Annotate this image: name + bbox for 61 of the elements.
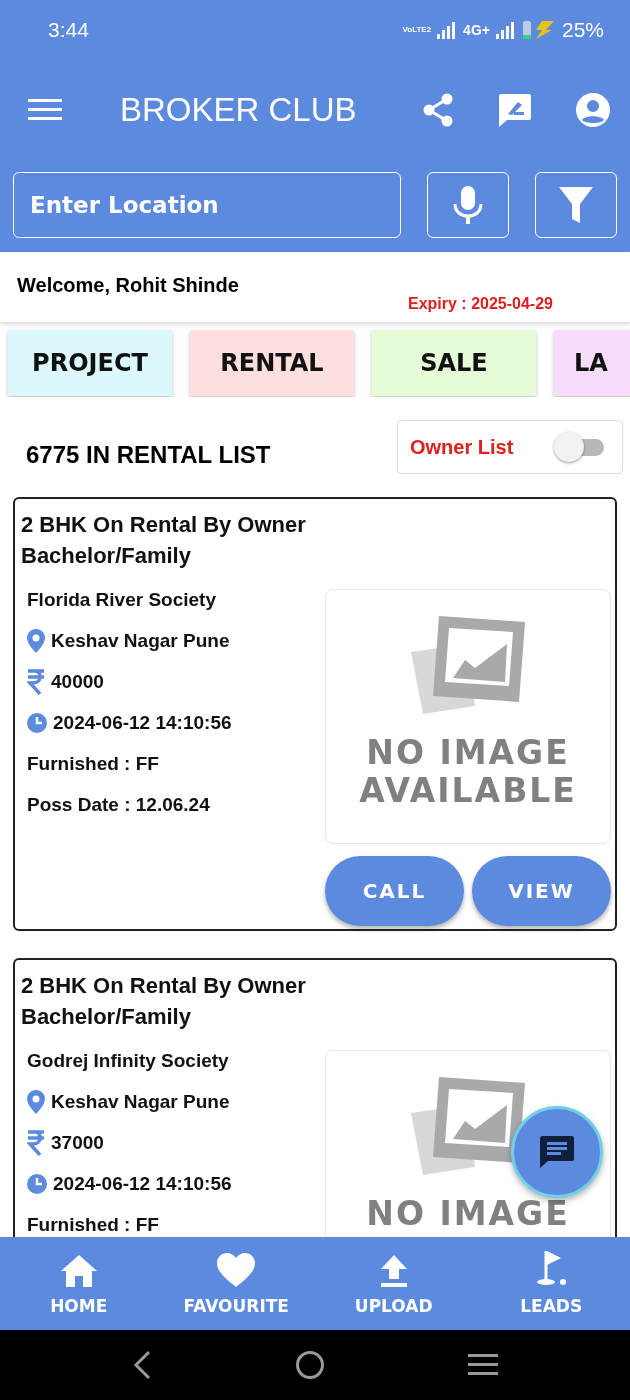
share-icon[interactable] bbox=[422, 93, 454, 127]
app-title: BROKER CLUB bbox=[120, 91, 358, 129]
category-tab[interactable]: RENTAL bbox=[190, 330, 354, 396]
rupee-icon bbox=[27, 1129, 45, 1156]
category-tab[interactable]: SALE bbox=[372, 330, 536, 396]
microphone-icon bbox=[452, 185, 484, 225]
listing-title: 2 BHK On Rental By Owner bbox=[21, 511, 307, 539]
listing-subtitle: Bachelor/Family bbox=[21, 1003, 192, 1031]
date-text: 2024-06-12 14:10:56 bbox=[53, 711, 232, 734]
furnished-text: Furnished : FF bbox=[27, 1213, 159, 1236]
recent-apps-button[interactable] bbox=[468, 1352, 499, 1378]
filter-button[interactable] bbox=[535, 172, 617, 238]
listing-subtitle: Bachelor/Family bbox=[21, 542, 192, 570]
listing-title: 2 BHK On Rental By Owner bbox=[21, 972, 307, 1000]
feedback-icon[interactable] bbox=[498, 93, 532, 127]
upload-icon bbox=[378, 1254, 409, 1288]
possession-date-text: Poss Date : 12.06.24 bbox=[27, 793, 210, 816]
category-tab[interactable]: PROJECT bbox=[8, 330, 172, 396]
price-text: 40000 bbox=[51, 670, 104, 693]
filter-icon bbox=[558, 186, 594, 224]
society-name: Florida River Society bbox=[27, 588, 216, 611]
volte-label: VoLTE2 bbox=[402, 25, 432, 35]
listing-count: 6775 IN RENTAL LIST bbox=[26, 441, 272, 469]
location-text: Keshav Nagar Pune bbox=[51, 1090, 230, 1113]
owner-list-toggle[interactable] bbox=[554, 432, 606, 462]
home-button[interactable] bbox=[295, 1350, 325, 1380]
date-text: 2024-06-12 14:10:56 bbox=[53, 1172, 232, 1195]
no-image-text: NO IMAGE bbox=[366, 734, 570, 772]
location-pin-icon bbox=[27, 628, 45, 653]
price-text: 37000 bbox=[51, 1131, 104, 1154]
menu-icon[interactable] bbox=[28, 98, 62, 122]
location-text: Keshav Nagar Pune bbox=[51, 629, 230, 652]
no-image-text: NO IMAGE bbox=[366, 1195, 570, 1233]
clock-icon bbox=[27, 1173, 47, 1194]
home-icon bbox=[59, 1254, 98, 1288]
chat-icon bbox=[539, 1135, 575, 1169]
society-name: Godrej Infinity Society bbox=[27, 1049, 229, 1072]
location-search-field[interactable]: Enter Location bbox=[13, 172, 401, 238]
back-button[interactable] bbox=[131, 1350, 152, 1380]
expiry-text: Expiry : 2025-04-29 bbox=[408, 295, 553, 313]
signal-icon bbox=[495, 21, 516, 39]
clock-icon bbox=[27, 712, 47, 733]
battery-charging-icon bbox=[521, 20, 556, 40]
account-icon[interactable] bbox=[576, 93, 610, 127]
furnished-text: Furnished : FF bbox=[27, 752, 159, 775]
photo-stack-icon bbox=[409, 1075, 527, 1175]
battery-percent: 25% bbox=[561, 18, 604, 42]
signal-icon bbox=[437, 21, 458, 39]
owner-list-label: Owner List bbox=[410, 435, 514, 459]
category-tab[interactable]: LA bbox=[554, 330, 630, 396]
welcome-text: Welcome, Rohit Shinde bbox=[17, 274, 239, 297]
photo-stack-icon bbox=[409, 614, 527, 714]
location-pin-icon bbox=[27, 1089, 45, 1114]
golf-flag-icon bbox=[535, 1250, 568, 1288]
network-label: 4G+ bbox=[463, 22, 490, 38]
voice-search-button[interactable] bbox=[427, 172, 509, 238]
chat-button[interactable] bbox=[511, 1106, 603, 1198]
no-image-text: AVAILABLE bbox=[359, 772, 577, 810]
rupee-icon bbox=[27, 668, 45, 695]
status-time: 3:44 bbox=[48, 18, 89, 42]
heart-icon bbox=[216, 1252, 257, 1288]
